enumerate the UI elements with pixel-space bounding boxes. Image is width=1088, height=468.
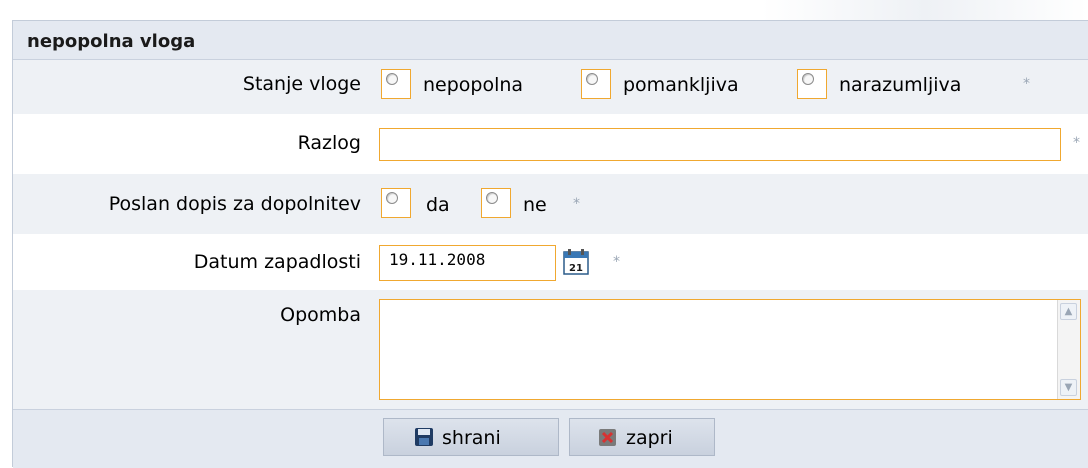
row-datum-zapadlosti: Datum zapadlosti 19.11.2008 21 * bbox=[13, 234, 1088, 290]
option-nepopolna-label: nepopolna bbox=[423, 74, 524, 96]
row-opomba: Opomba ▲ ▼ bbox=[13, 290, 1088, 409]
close-button-label: zapri bbox=[626, 427, 673, 449]
radio-da[interactable] bbox=[381, 188, 411, 218]
radio-ne[interactable] bbox=[481, 188, 511, 218]
scroll-down-icon[interactable]: ▼ bbox=[1060, 379, 1077, 396]
radio-narazumljiva[interactable] bbox=[797, 69, 827, 99]
option-narazumljiva-label: narazumljiva bbox=[839, 74, 962, 96]
razlog-input[interactable] bbox=[379, 128, 1061, 161]
panel-header: nepopolna vloga bbox=[13, 21, 1088, 60]
save-button-label: shrani bbox=[442, 427, 501, 449]
save-button[interactable]: shrani bbox=[383, 418, 559, 456]
razlog-label: Razlog bbox=[297, 132, 361, 154]
date-input[interactable]: 19.11.2008 bbox=[379, 245, 556, 281]
opomba-label: Opomba bbox=[280, 304, 361, 326]
scroll-up-icon[interactable]: ▲ bbox=[1060, 303, 1077, 320]
stanje-vloge-label: Stanje vloge bbox=[242, 73, 361, 95]
row-razlog: Razlog * bbox=[13, 114, 1088, 174]
textarea-scrollbar[interactable]: ▲ ▼ bbox=[1057, 300, 1080, 399]
form-footer: shrani zapri bbox=[13, 409, 1088, 468]
datum-zapadlosti-label: Datum zapadlosti bbox=[193, 251, 361, 273]
panel-title: nepopolna vloga bbox=[27, 31, 196, 52]
radio-pomankljiva[interactable] bbox=[581, 69, 611, 99]
date-value: 19.11.2008 bbox=[389, 250, 486, 269]
row-stanje-vloge: Stanje vloge nepopolna pomankljiva naraz… bbox=[13, 60, 1088, 114]
radio-nepopolna[interactable] bbox=[381, 69, 411, 99]
option-pomankljiva-label: pomankljiva bbox=[623, 74, 739, 96]
top-fade bbox=[0, 0, 1088, 22]
option-da-label: da bbox=[426, 194, 450, 216]
required-marker: * bbox=[573, 196, 580, 212]
row-poslan-dopis: Poslan dopis za dopolnitev da ne * bbox=[13, 174, 1088, 234]
option-ne-label: ne bbox=[523, 194, 547, 216]
form-panel: nepopolna vloga Stanje vloge nepopolna p… bbox=[12, 20, 1088, 468]
required-marker: * bbox=[613, 254, 620, 270]
save-icon bbox=[415, 428, 433, 446]
close-button[interactable]: zapri bbox=[569, 418, 715, 456]
required-marker: * bbox=[1073, 135, 1080, 151]
poslan-dopis-label: Poslan dopis za dopolnitev bbox=[108, 193, 361, 215]
calendar-icon[interactable]: 21 bbox=[563, 249, 589, 275]
calendar-day: 21 bbox=[569, 263, 583, 274]
close-icon bbox=[599, 429, 616, 446]
opomba-textarea[interactable]: ▲ ▼ bbox=[379, 299, 1081, 400]
required-marker: * bbox=[1023, 76, 1030, 92]
